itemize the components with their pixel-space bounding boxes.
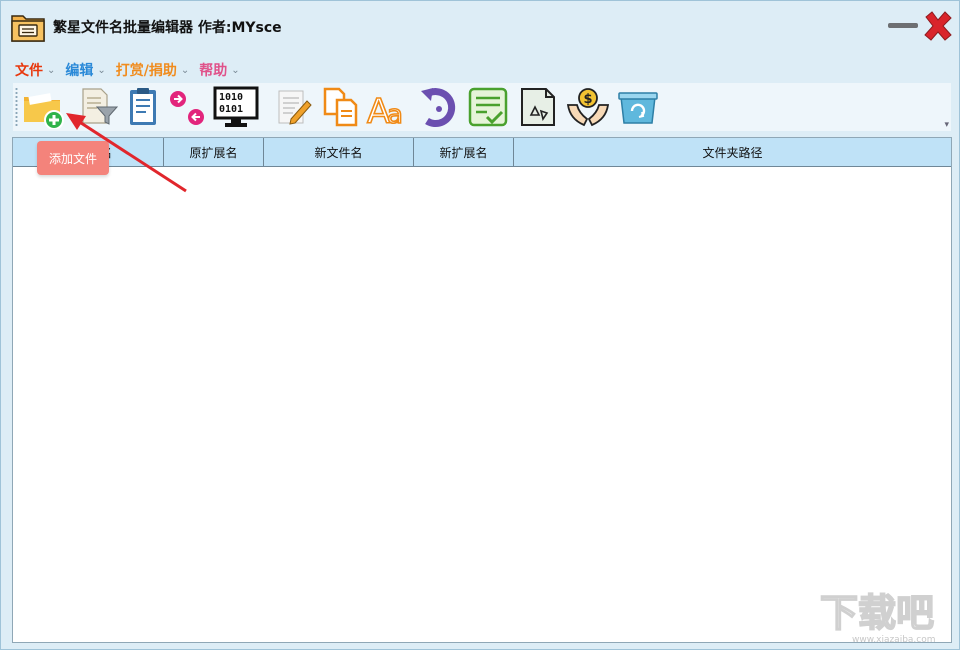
menu-donate[interactable]: 打赏/捐助 ⌄: [116, 60, 190, 80]
recycle-bin-icon: [618, 92, 658, 124]
file-list-body[interactable]: [13, 167, 951, 642]
clipboard-button[interactable]: [121, 85, 167, 129]
toolbar-grip[interactable]: [15, 87, 18, 127]
file-list-header: 原文件名 原扩展名 新文件名 新扩展名 文件夹路径: [13, 138, 951, 167]
donate-hands-icon: $: [566, 88, 610, 127]
folder-plus-icon: [24, 93, 64, 130]
menu-file-label: 文件: [15, 63, 43, 79]
import-export-button[interactable]: [165, 85, 211, 129]
svg-text:0101: 0101: [219, 104, 243, 115]
menu-edit[interactable]: 编辑 ⌄: [65, 60, 105, 80]
close-button[interactable]: [921, 9, 955, 43]
column-original-ext[interactable]: 原扩展名: [164, 138, 264, 167]
svg-text:下载吧: 下载吧: [820, 591, 934, 635]
svg-text:a: a: [387, 100, 403, 129]
import-export-icon: [170, 91, 204, 125]
document-filter-icon: [82, 88, 119, 125]
checklist-icon: [468, 87, 508, 127]
close-icon: [924, 11, 952, 41]
menu-help-label: 帮助: [199, 63, 228, 79]
font-case-button[interactable]: A a: [365, 85, 411, 133]
minimize-button[interactable]: [887, 15, 919, 35]
window-title: 繁星文件名批量编辑器 作者:MYsce: [53, 20, 282, 36]
font-case-icon: A a: [366, 91, 404, 133]
add-file-button[interactable]: [21, 85, 67, 130]
column-folder-path[interactable]: 文件夹路径: [514, 138, 951, 167]
filter-button[interactable]: [75, 85, 121, 129]
copy-icon: [323, 87, 358, 127]
checklist-button[interactable]: [465, 85, 511, 129]
title-bar: 繁星文件名批量编辑器 作者:MYsce: [1, 1, 959, 51]
menu-donate-label: 打赏/捐助: [115, 63, 177, 79]
svg-text:$: $: [584, 92, 593, 107]
copy-button[interactable]: [319, 85, 365, 129]
binary-monitor-icon: 1010 0101: [213, 86, 259, 127]
svg-text:1010: 1010: [219, 92, 243, 103]
edit-document-button[interactable]: [271, 85, 317, 129]
watermark-logo: 下载吧 www.xiazaiba.com: [818, 588, 952, 645]
chevron-down-icon: ⌄: [97, 64, 106, 76]
edit-document-icon: [278, 90, 312, 125]
recycle-document-button[interactable]: [515, 85, 561, 129]
undo-icon: [421, 88, 456, 128]
menu-file[interactable]: 文件 ⌄: [15, 60, 55, 80]
chevron-down-icon: ⌄: [180, 64, 190, 76]
clipboard-icon: [130, 88, 156, 125]
app-folder-icon: [10, 8, 46, 44]
column-new-ext[interactable]: 新扩展名: [414, 138, 514, 167]
menu-help[interactable]: 帮助 ⌄: [199, 60, 239, 80]
undo-button[interactable]: [415, 85, 461, 129]
app-window: 繁星文件名批量编辑器 作者:MYsce 文件 ⌄ 编辑 ⌄ 打赏/捐助 ⌄ 帮助…: [0, 0, 960, 650]
menu-edit-label: 编辑: [65, 63, 94, 79]
donate-button[interactable]: $: [565, 85, 611, 129]
file-list[interactable]: 原文件名 原扩展名 新文件名 新扩展名 文件夹路径: [12, 137, 952, 643]
binary-monitor-button[interactable]: 1010 0101: [213, 85, 259, 129]
recycle-bin-button[interactable]: [615, 85, 661, 129]
toolbar: 1010 0101 A a $ ▾: [13, 83, 951, 133]
toolbar-overflow-button[interactable]: ▾: [944, 120, 949, 130]
add-file-tooltip: 添加文件: [37, 141, 109, 175]
chevron-down-icon: ⌄: [47, 64, 56, 76]
chevron-down-icon: ⌄: [231, 64, 240, 76]
svg-text:www.xiazaiba.com: www.xiazaiba.com: [852, 635, 936, 644]
recycle-document-icon: [521, 88, 555, 126]
column-new-name[interactable]: 新文件名: [264, 138, 414, 167]
menu-bar: 文件 ⌄ 编辑 ⌄ 打赏/捐助 ⌄ 帮助 ⌄: [15, 60, 250, 80]
